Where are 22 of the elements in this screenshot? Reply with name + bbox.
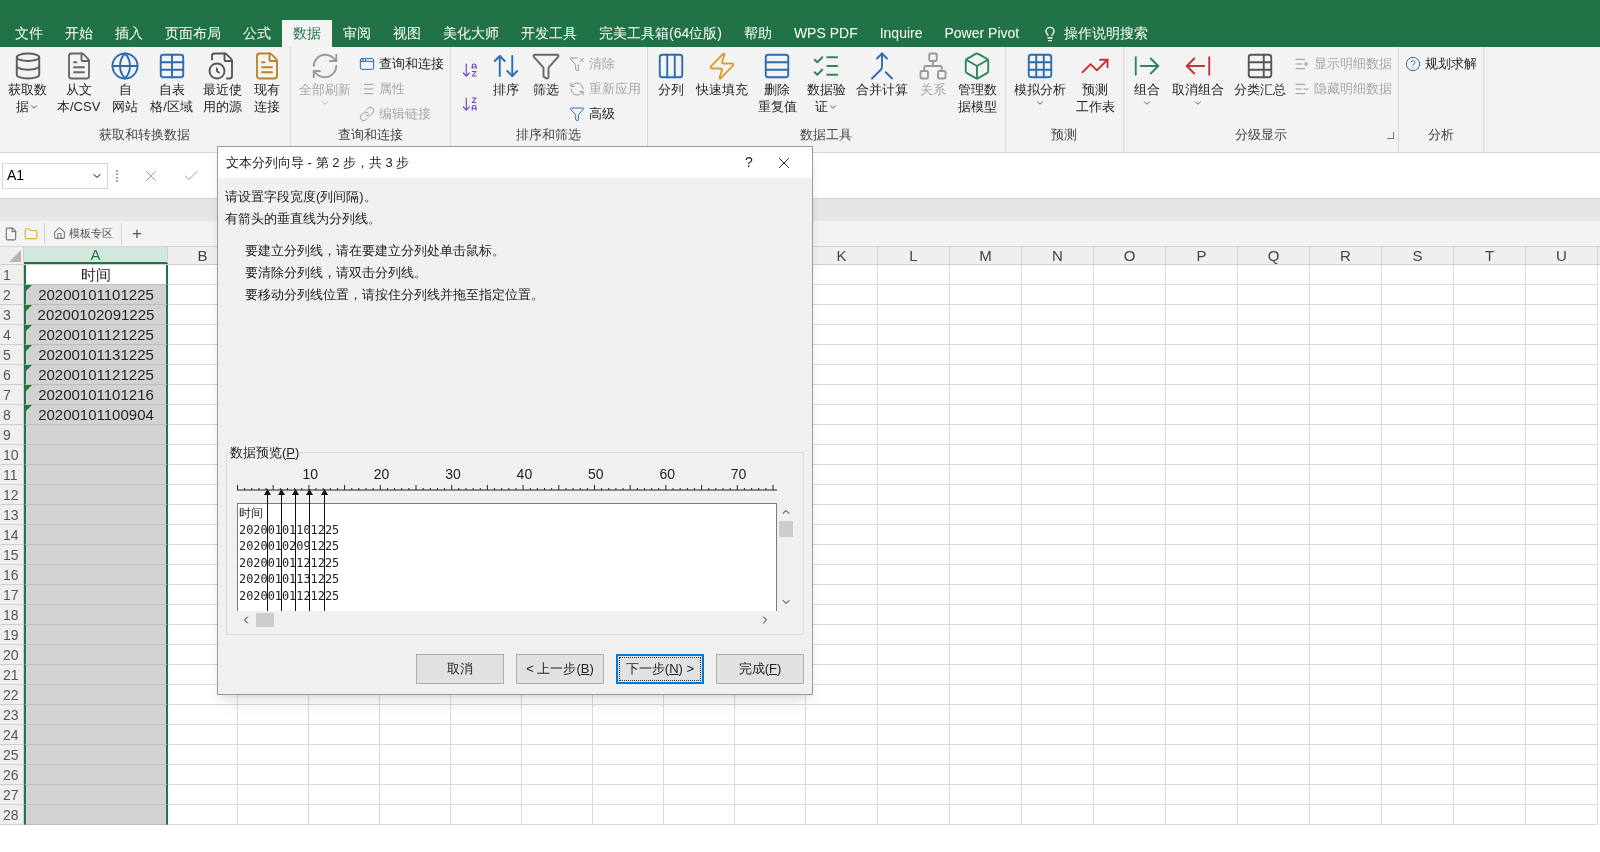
ruler-label: 70	[730, 467, 747, 481]
ruler-label: 30	[445, 467, 461, 481]
group-label: 预测	[1051, 126, 1078, 143]
instruction-text: 要清除分列线，请双击分列线。	[245, 264, 428, 282]
instruction-text: 要建立分列线，请在要建立分列处单击鼠标。	[245, 242, 506, 260]
ruler-label: 50	[588, 467, 604, 481]
ruler-label: 20	[373, 467, 390, 481]
instruction-text: 要移动分列线位置，请按住分列线并拖至指定位置。	[245, 286, 545, 304]
dialog-title: 文本分列向导 - 第 2 步，共 3 步	[226, 153, 411, 172]
ruler-label: 40	[516, 467, 533, 481]
group-label: 查询和连接	[337, 126, 403, 143]
ruler-label: 10	[302, 467, 318, 481]
preview-line: 时间	[239, 505, 263, 522]
instruction-text: 请设置字段宽度(列间隔)。	[225, 188, 378, 206]
group-label: 排序和筛选	[516, 126, 582, 143]
group-label: 获取和转换数据	[99, 126, 191, 143]
ruler-label: 60	[659, 467, 675, 481]
group-label: 分析	[1427, 126, 1454, 143]
group-label: 数据工具	[800, 126, 853, 143]
group-label: 分级显示	[1234, 126, 1287, 143]
group-label: 数据预览(P)	[229, 443, 301, 463]
instruction-text: 有箭头的垂直线为分列线。	[225, 210, 382, 228]
